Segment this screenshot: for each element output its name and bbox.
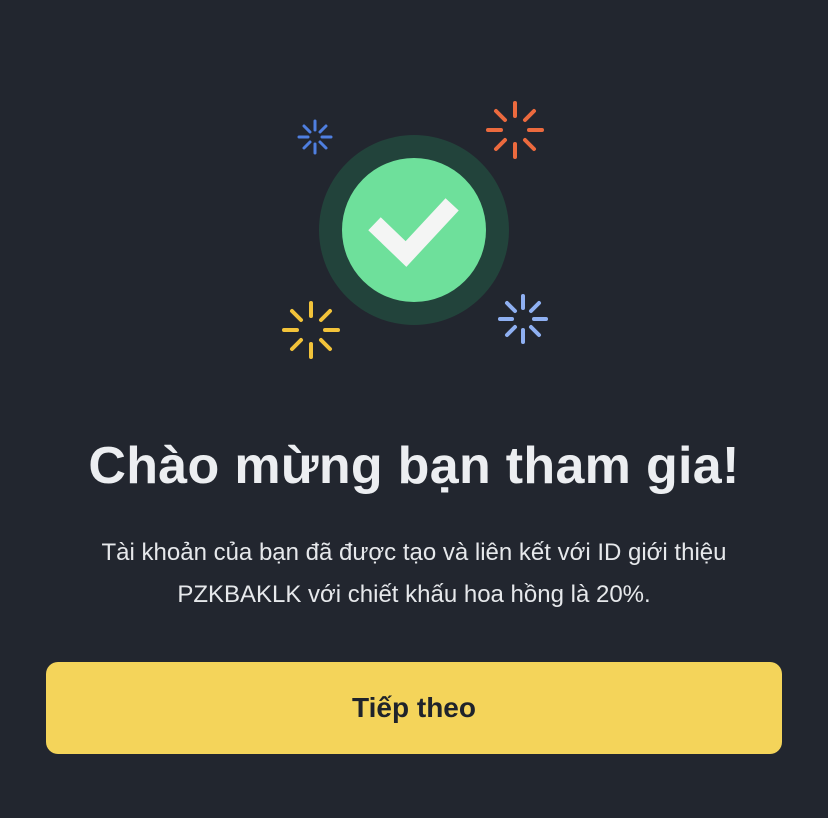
success-illustration bbox=[0, 0, 828, 400]
welcome-title: Chào mừng bạn tham gia! bbox=[88, 437, 740, 495]
continue-button[interactable]: Tiếp theo bbox=[46, 662, 782, 754]
sparkle-icon bbox=[498, 294, 548, 344]
success-illustration-svg bbox=[282, 101, 548, 359]
check-circle-icon bbox=[319, 135, 509, 325]
sparkle-icon bbox=[486, 101, 544, 159]
sparkle-icon bbox=[282, 301, 340, 359]
sparkle-icon bbox=[297, 119, 333, 155]
referral-message: Tài khoản của bạn đã được tạo và liên kế… bbox=[101, 539, 727, 608]
